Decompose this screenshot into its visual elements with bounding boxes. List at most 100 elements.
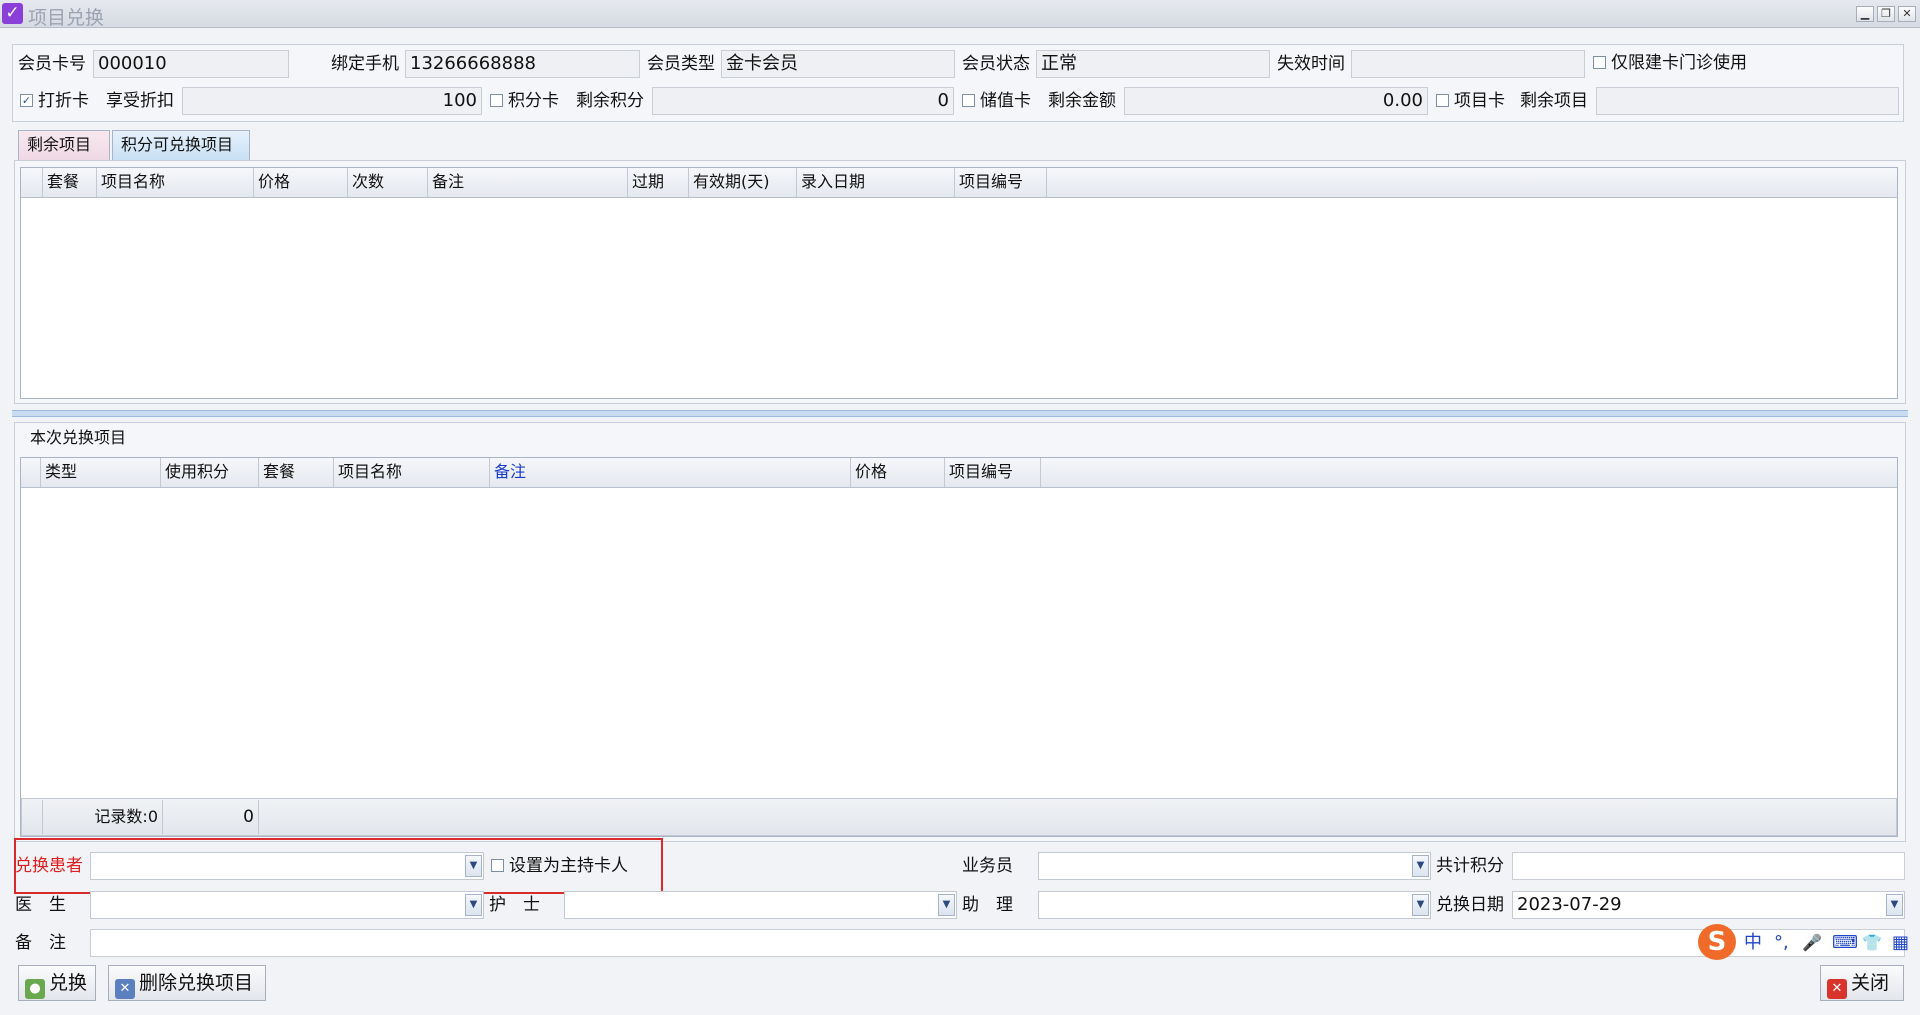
stored-card-checkbox[interactable]	[962, 94, 975, 107]
exchange-date-value: 2023-07-29	[1517, 894, 1622, 915]
member-type-label: 会员类型	[647, 54, 715, 74]
discount-rate-field[interactable]: 100	[182, 87, 482, 115]
doctor-combo[interactable]: ▼	[90, 891, 484, 919]
window-title: 项目兑换	[28, 7, 105, 29]
stored-card-label: 储值卡	[980, 91, 1031, 111]
column-header[interactable]: 过期	[628, 168, 689, 197]
remark-label: 备 注	[15, 933, 66, 953]
discount-card-label: 打折卡	[38, 91, 89, 111]
column-header[interactable]: 项目名称	[97, 168, 254, 197]
splitter-handle[interactable]	[12, 410, 1908, 417]
patient-combo[interactable]: ▼	[90, 852, 484, 880]
discount-card-checkbox[interactable]: ✓	[20, 94, 33, 107]
restore-button[interactable]: ❐	[1877, 6, 1895, 22]
total-points-label: 共计积分	[1436, 856, 1504, 876]
total-points-field[interactable]	[1512, 852, 1905, 880]
tab-points-exchangeable[interactable]: 积分可兑换项目	[112, 130, 250, 160]
balance-field[interactable]: 0.00	[1124, 87, 1428, 115]
items-remaining-label: 剩余项目	[1520, 91, 1588, 111]
row-indicator-header	[21, 168, 43, 197]
salesman-combo[interactable]: ▼	[1038, 852, 1431, 880]
patient-label: 兑换患者	[15, 856, 83, 876]
chevron-down-icon[interactable]: ▼	[1412, 894, 1429, 916]
column-header[interactable]: 价格	[851, 458, 945, 487]
remark-field[interactable]	[90, 929, 1905, 957]
delete-exchange-item-button[interactable]: ✕ 删除兑换项目	[108, 965, 266, 1001]
ime-keyboard-icon[interactable]: ⌨	[1832, 930, 1858, 956]
column-header[interactable]: 项目编号	[955, 168, 1047, 197]
assistant-combo[interactable]: ▼	[1038, 891, 1431, 919]
minimize-button[interactable]: ▁	[1856, 6, 1874, 22]
delete-exchange-item-label: 删除兑换项目	[139, 972, 254, 994]
close-button[interactable]: ✕ 关闭	[1820, 965, 1904, 1001]
column-header[interactable]: 录入日期	[797, 168, 955, 197]
member-status-field[interactable]: 正常	[1036, 50, 1270, 78]
column-header[interactable]: 类型	[41, 458, 161, 487]
row-indicator-header	[21, 458, 41, 487]
items-remaining-field[interactable]	[1596, 87, 1899, 115]
column-header[interactable]: 价格	[254, 168, 348, 197]
phone-field[interactable]: 13266668888	[405, 50, 640, 78]
column-header[interactable]: 项目编号	[945, 458, 1041, 487]
item-card-checkbox[interactable]	[1436, 94, 1449, 107]
card-no-label: 会员卡号	[18, 54, 86, 74]
clinic-only-label: 仅限建卡门诊使用	[1611, 53, 1747, 73]
close-button-label: 关闭	[1851, 972, 1890, 994]
exchange-grid-header: 类型 使用积分 套餐 项目名称 备注 价格 项目编号	[21, 458, 1897, 488]
set-holder-label: 设置为主持卡人	[509, 856, 628, 876]
column-header-highlighted[interactable]: 备注	[490, 458, 851, 487]
points-card-checkbox[interactable]	[490, 94, 503, 107]
clinic-only-checkbox[interactable]	[1593, 56, 1606, 69]
member-type-field[interactable]: 金卡会员	[721, 50, 955, 78]
coins-icon: ●	[25, 979, 45, 999]
remaining-grid-header: 套餐 项目名称 价格 次数 备注 过期 有效期(天) 录入日期 项目编号	[21, 168, 1897, 198]
title-bar	[0, 0, 1920, 28]
remaining-items-grid: 套餐 项目名称 价格 次数 备注 过期 有效期(天) 录入日期 项目编号	[20, 167, 1898, 399]
card-no-field[interactable]: 000010	[93, 50, 289, 78]
column-header[interactable]: 套餐	[43, 168, 97, 197]
balance-label: 剩余金额	[1048, 91, 1116, 111]
expire-label: 失效时间	[1277, 54, 1345, 74]
chevron-down-icon[interactable]: ▼	[1412, 855, 1429, 877]
close-icon: ✕	[1827, 979, 1847, 999]
chevron-down-icon[interactable]: ▼	[1886, 894, 1903, 916]
member-status-label: 会员状态	[962, 54, 1030, 74]
ime-logo-icon[interactable]: S	[1698, 924, 1736, 960]
ime-apps-icon[interactable]: ▦	[1892, 930, 1909, 956]
column-header[interactable]: 备注	[428, 168, 628, 197]
points-remaining-field[interactable]: 0	[652, 87, 954, 115]
column-header[interactable]: 项目名称	[334, 458, 490, 487]
chevron-down-icon[interactable]: ▼	[465, 894, 482, 916]
ime-microphone-icon[interactable]: 🎤	[1802, 930, 1822, 956]
record-count-label: 记录数:0	[42, 800, 163, 834]
ime-language-icon[interactable]: 中	[1744, 930, 1762, 956]
nurse-combo[interactable]: ▼	[564, 891, 957, 919]
exchange-button[interactable]: ● 兑换	[18, 965, 96, 1001]
app-check-icon: ✓	[2, 3, 23, 24]
column-header[interactable]: 次数	[348, 168, 428, 197]
assistant-label: 助 理	[962, 895, 1013, 915]
column-header[interactable]: 有效期(天)	[689, 168, 797, 197]
chevron-down-icon[interactable]: ▼	[938, 894, 955, 916]
grid-footer: 记录数:0 0	[21, 798, 1897, 836]
column-header[interactable]: 使用积分	[161, 458, 259, 487]
salesman-label: 业务员	[962, 856, 1013, 876]
item-card-label: 项目卡	[1454, 91, 1505, 111]
expire-field[interactable]	[1351, 50, 1585, 78]
close-window-button[interactable]: ✕	[1898, 6, 1916, 22]
chevron-down-icon[interactable]: ▼	[465, 855, 482, 877]
exchange-date-label: 兑换日期	[1436, 895, 1504, 915]
exchange-date-picker[interactable]: 2023-07-29 ▼	[1512, 891, 1905, 919]
tab-remaining-items[interactable]: 剩余项目	[18, 130, 110, 160]
ime-punctuation-icon[interactable]: °,	[1774, 930, 1789, 956]
phone-label: 绑定手机	[331, 54, 399, 74]
points-card-label: 积分卡	[508, 91, 559, 111]
ime-skin-icon[interactable]: 👕	[1862, 930, 1882, 956]
column-header[interactable]: 套餐	[259, 458, 334, 487]
doctor-label: 医 生	[15, 895, 66, 915]
exchange-items-grid: 类型 使用积分 套餐 项目名称 备注 价格 项目编号 记录数:0 0	[20, 457, 1898, 837]
discount-rate-label: 享受折扣	[106, 91, 174, 111]
set-holder-checkbox[interactable]	[491, 859, 504, 872]
nurse-label: 护 士	[489, 895, 540, 915]
delete-row-icon: ✕	[115, 979, 135, 999]
